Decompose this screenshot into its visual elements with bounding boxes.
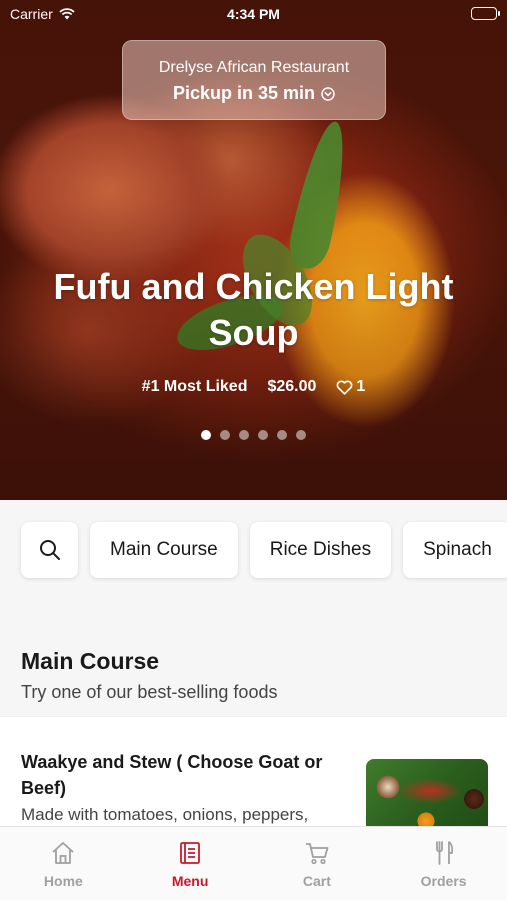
home-icon xyxy=(52,842,74,864)
like-button[interactable]: 1 xyxy=(336,378,365,396)
status-bar: Carrier 4:34 PM xyxy=(0,0,507,28)
tab-home[interactable]: Home xyxy=(0,827,127,900)
search-icon xyxy=(39,540,60,560)
hero-dish-title: Fufu and Chicken Light Soup xyxy=(53,266,454,353)
cart-icon xyxy=(305,843,329,865)
category-chip-spinach[interactable]: Spinach xyxy=(403,522,507,578)
tab-orders[interactable]: Orders xyxy=(380,827,507,900)
battery-icon xyxy=(471,7,500,20)
carousel-dot[interactable] xyxy=(201,430,211,440)
search-button[interactable] xyxy=(21,522,78,578)
menu-book-icon xyxy=(180,842,201,864)
tab-cart[interactable]: Cart xyxy=(254,827,381,900)
category-bar: Main Course Rice Dishes Spinach xyxy=(0,500,507,612)
menu-item[interactable]: Waakye and Stew ( Choose Goat or Beef) M… xyxy=(0,716,507,839)
heart-icon xyxy=(337,380,353,395)
carousel-dot[interactable] xyxy=(220,430,230,440)
category-chip-rice-dishes[interactable]: Rice Dishes xyxy=(249,522,392,578)
tab-label: Cart xyxy=(302,873,331,889)
carousel-dot[interactable] xyxy=(296,430,306,440)
rank-label: #1 Most Liked xyxy=(141,378,248,395)
menu-item-description: Made with tomatoes, onions, peppers, xyxy=(21,805,309,824)
pickup-time: Pickup in 35 min xyxy=(172,83,316,103)
section-subtitle: Try one of our best-selling foods xyxy=(21,682,278,702)
fork-knife-icon xyxy=(435,841,453,865)
carousel-dots xyxy=(0,430,507,440)
hero-banner[interactable]: Carrier 4:34 PM Drelyse African Restaura… xyxy=(0,0,507,500)
carousel-dot[interactable] xyxy=(258,430,268,440)
carousel-dot[interactable] xyxy=(277,430,287,440)
category-chip-main-course[interactable]: Main Course xyxy=(90,522,238,578)
menu-item-name: Waakye and Stew ( Choose Goat or Beef) xyxy=(21,752,323,798)
tab-bar: Home Menu Cart Orders xyxy=(0,826,507,900)
price-label: $26.00 xyxy=(267,378,317,395)
tab-label: Home xyxy=(43,873,83,889)
carousel-dot[interactable] xyxy=(239,430,249,440)
pickup-info-button[interactable]: Drelyse African Restaurant Pickup in 35 … xyxy=(122,40,386,120)
likes-count: 1 xyxy=(356,378,366,395)
section-title: Main Course xyxy=(21,648,160,674)
tab-label: Orders xyxy=(420,873,467,889)
chevron-down-circle-icon xyxy=(321,86,335,101)
restaurant-name: Drelyse African Restaurant xyxy=(158,59,350,76)
section-header: Main Course Try one of our best-selling … xyxy=(0,612,507,716)
status-time: 4:34 PM xyxy=(227,6,280,22)
hero-meta: #1 Most Liked $26.00 1 xyxy=(0,378,507,396)
tab-label: Menu xyxy=(171,873,209,889)
tab-menu[interactable]: Menu xyxy=(127,827,254,900)
